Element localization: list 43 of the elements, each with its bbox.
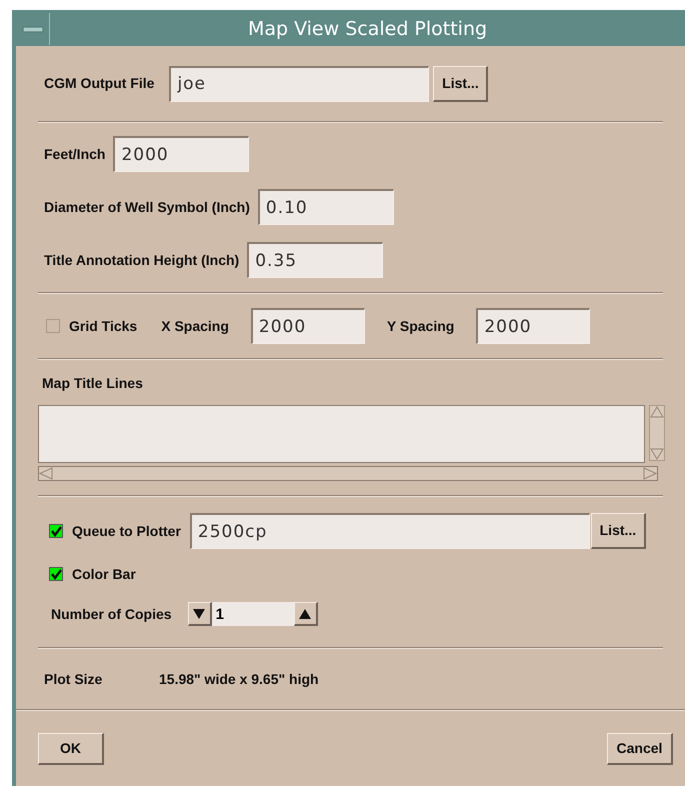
increment-button[interactable] (294, 602, 318, 626)
checkbox-label: Color Bar (72, 564, 136, 584)
checkmark-icon (50, 568, 62, 580)
field-label: Feet/Inch (44, 144, 106, 164)
checkbox[interactable] (49, 567, 63, 581)
section-label: Map Title Lines (42, 374, 144, 393)
right-arrow-icon (643, 467, 657, 480)
vertical-scrollbar[interactable] (649, 405, 665, 461)
plot-size-value: 15.98" wide x 9.65" high (159, 670, 319, 689)
window-title: Map View Scaled Plotting (246, 16, 488, 42)
copies-field[interactable]: 1 (212, 602, 294, 626)
checkbox[interactable] (46, 319, 60, 333)
up-arrow-icon (650, 406, 664, 418)
field-label: Title Annotation Height (Inch) (44, 250, 240, 270)
y-spacing-field[interactable]: 2000 (476, 308, 590, 344)
number-field[interactable]: 0.10 (258, 189, 394, 225)
horizontal-scrollbar[interactable] (38, 466, 658, 481)
left-arrow-icon (39, 467, 53, 480)
output-file-field[interactable]: joe (169, 66, 430, 102)
plotter-field[interactable]: 2500cp (190, 513, 590, 549)
checkbox[interactable] (49, 524, 63, 538)
field-label: X Spacing (161, 316, 229, 336)
checkbox-label: Grid Ticks (69, 316, 138, 336)
down-triangle-icon (193, 608, 206, 620)
x-spacing-field[interactable]: 2000 (250, 308, 365, 344)
plot-size-label: Plot Size (44, 670, 104, 688)
title-lines-field[interactable] (38, 405, 645, 463)
field-label: Diameter of Well Symbol (Inch) (44, 198, 250, 217)
number-field[interactable]: 0.35 (247, 242, 384, 278)
checkbox-label: Queue to Plotter (72, 522, 181, 541)
checkmark-icon (50, 526, 62, 536)
field-label: Number of Copies (51, 604, 172, 624)
down-arrow-icon (650, 448, 664, 460)
up-triangle-icon (299, 608, 312, 620)
number-field[interactable]: 2000 (113, 136, 250, 172)
minus-icon (22, 26, 42, 32)
list-button[interactable]: List... (433, 66, 488, 102)
list-button[interactable]: List... (590, 513, 646, 549)
cancel-button[interactable]: Cancel (607, 732, 673, 764)
field-label: Y Spacing (386, 316, 454, 336)
decrement-button[interactable] (188, 602, 212, 626)
field-label: CGM Output File (44, 74, 154, 93)
ok-button[interactable]: OK (38, 732, 104, 764)
